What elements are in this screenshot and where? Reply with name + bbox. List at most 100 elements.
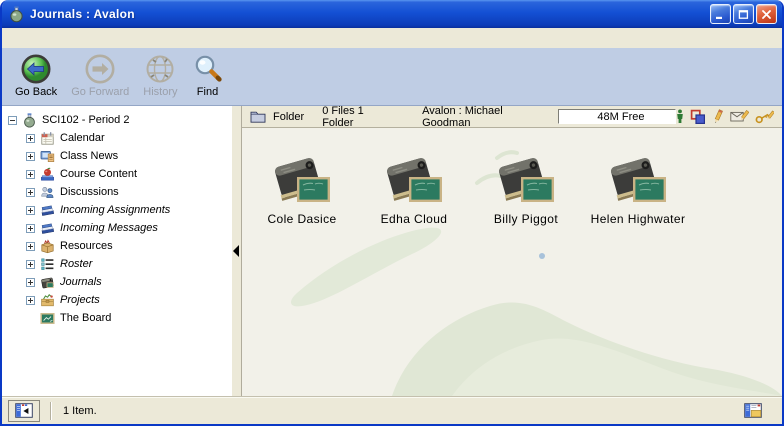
- tree-item-icon: [40, 275, 55, 290]
- collapse-panel-button[interactable]: [8, 400, 40, 422]
- tree-expander-icon[interactable]: [26, 224, 35, 233]
- window-controls: [708, 4, 777, 24]
- tree-expander-icon[interactable]: [26, 170, 35, 179]
- menu-item[interactable]: [22, 36, 40, 40]
- journal-item[interactable]: Cole Dasice: [246, 150, 358, 226]
- toolbar-button-icon: [20, 52, 52, 86]
- folder-icon: [250, 110, 266, 123]
- toolbar-button-icon: [143, 52, 177, 86]
- tree-item-label: Class News: [60, 150, 118, 162]
- tree-item-icon: [40, 257, 55, 272]
- toolbar-button-label: Go Back: [15, 86, 57, 98]
- tree-item[interactable]: Incoming Assignments: [2, 201, 232, 219]
- journal-item-label: Helen Highwater: [591, 212, 686, 226]
- menu-item[interactable]: [94, 36, 112, 40]
- tree-expander-icon[interactable]: [8, 116, 17, 125]
- journal-item-label: Edha Cloud: [381, 212, 448, 226]
- tree-expander-icon[interactable]: [26, 206, 35, 215]
- menu-item[interactable]: [40, 36, 58, 40]
- tree-item[interactable]: Resources: [2, 237, 232, 255]
- tree-item-icon: [40, 239, 55, 254]
- tree-expander-icon[interactable]: [26, 134, 35, 143]
- tree-expander-icon[interactable]: [26, 188, 35, 197]
- header-action-icons: [676, 109, 774, 125]
- folder-info-bar: Folder 0 Files 1 Folder Avalon : Michael…: [242, 106, 782, 128]
- content-area: SCI102 - Period 2 Calendar Class News Co…: [2, 106, 782, 396]
- tree-item[interactable]: Projects: [2, 291, 232, 309]
- toolbar-button[interactable]: History: [136, 52, 184, 98]
- collapse-panel-arrow-icon[interactable]: [233, 245, 239, 257]
- tree-item[interactable]: Class News: [2, 147, 232, 165]
- copy-icon[interactable]: [690, 109, 706, 125]
- app-window: Journals : Avalon Go Back Go Forward: [0, 0, 784, 426]
- journal-book-icon: [495, 150, 557, 210]
- menu-item[interactable]: [112, 36, 130, 40]
- tree-item-label: Projects: [60, 294, 100, 306]
- tree-item[interactable]: Incoming Messages: [2, 219, 232, 237]
- tree-item-label: Journals: [60, 276, 102, 288]
- tree-item-label: Resources: [60, 240, 113, 252]
- close-button[interactable]: [756, 4, 777, 24]
- account-label: Avalon : Michael Goodman: [422, 105, 544, 129]
- menu-item[interactable]: [76, 36, 94, 40]
- tree-expander-icon[interactable]: [26, 242, 35, 251]
- toolbar-button-icon: [192, 52, 224, 86]
- free-space-gauge: 48M Free: [558, 109, 676, 124]
- tree-item-label: SCI102 - Period 2: [42, 114, 129, 126]
- maximize-button[interactable]: [733, 4, 754, 24]
- journal-book-icon: [607, 150, 669, 210]
- tree-item[interactable]: Discussions: [2, 183, 232, 201]
- key-pencil-icon[interactable]: [755, 110, 774, 124]
- journal-item[interactable]: Edha Cloud: [358, 150, 470, 226]
- journal-book-icon: [271, 150, 333, 210]
- tree-item[interactable]: SCI102 - Period 2: [2, 111, 232, 129]
- status-divider: [50, 402, 51, 420]
- tree-expander-icon[interactable]: [26, 152, 35, 161]
- tree-expander-icon[interactable]: [26, 260, 35, 269]
- tree-item-icon: [40, 185, 55, 200]
- journal-list-panel[interactable]: Cole Dasice Edha Cloud Billy Piggot Hele…: [242, 128, 782, 396]
- pencil-icon[interactable]: [712, 109, 724, 125]
- collapse-panel-icon: [15, 403, 33, 418]
- tree-item-label: Course Content: [60, 168, 137, 180]
- tree-item[interactable]: The Board: [2, 309, 232, 327]
- window-title: Journals : Avalon: [30, 7, 708, 21]
- tree-item[interactable]: Calendar: [2, 129, 232, 147]
- title-bar[interactable]: Journals : Avalon: [2, 0, 782, 28]
- journal-items: Cole Dasice Edha Cloud Billy Piggot Hele…: [246, 150, 694, 226]
- user-icon[interactable]: [676, 109, 684, 124]
- layout-toggle-icon: [744, 403, 762, 418]
- toolbar-button[interactable]: Go Back: [8, 52, 64, 98]
- compose-mail-icon[interactable]: [730, 109, 749, 124]
- folder-type-label: Folder: [273, 111, 304, 123]
- tree-item-label: Incoming Assignments: [60, 204, 170, 216]
- toolbar-button-label: Go Forward: [71, 86, 129, 98]
- toolbar-button[interactable]: Find: [185, 52, 231, 98]
- tree-item[interactable]: Course Content: [2, 165, 232, 183]
- menu-item[interactable]: [58, 36, 76, 40]
- tree-expander-icon[interactable]: [26, 278, 35, 287]
- folder-counts: 0 Files 1 Folder: [322, 105, 392, 129]
- tree-item-icon: [40, 131, 55, 146]
- panel-splitter[interactable]: [232, 106, 242, 396]
- tree-item[interactable]: Journals: [2, 273, 232, 291]
- tree-item[interactable]: Roster: [2, 255, 232, 273]
- toolbar-button[interactable]: Go Forward: [64, 52, 136, 98]
- journal-item[interactable]: Helen Highwater: [582, 150, 694, 226]
- menu-bar: [2, 28, 782, 48]
- toolbar-button-label: Find: [197, 86, 218, 98]
- tree-item-icon: [40, 203, 55, 218]
- tree-expander-icon[interactable]: [26, 296, 35, 305]
- course-tree-panel: SCI102 - Period 2 Calendar Class News Co…: [2, 106, 232, 396]
- free-space-label: 48M Free: [597, 111, 644, 123]
- tree-item-label: Calendar: [60, 132, 105, 144]
- item-count-label: 1 Item.: [63, 405, 97, 417]
- layout-toggle-button[interactable]: [744, 403, 762, 418]
- tree-item-icon: [22, 113, 37, 128]
- menu-item[interactable]: [4, 36, 22, 40]
- main-column: Folder 0 Files 1 Folder Avalon : Michael…: [242, 106, 782, 396]
- minimize-button[interactable]: [710, 4, 731, 24]
- tree-item-icon: [40, 311, 55, 326]
- journal-item[interactable]: Billy Piggot: [470, 150, 582, 226]
- journal-book-icon: [383, 150, 445, 210]
